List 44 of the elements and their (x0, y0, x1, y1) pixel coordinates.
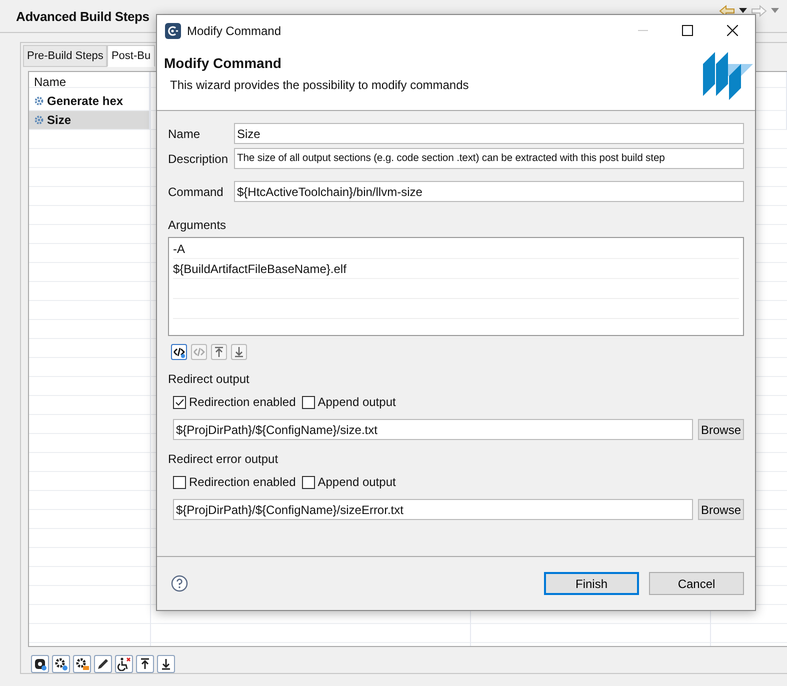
list-item[interactable]: -A (173, 239, 739, 259)
column-header[interactable]: Name (29, 72, 150, 92)
list-item[interactable]: ${BuildArtifactFileBaseName}.elf (173, 259, 739, 279)
window-title: Modify Command (187, 24, 282, 38)
field-label: Description (168, 152, 230, 166)
input-field[interactable]: The size of all output sections (e.g. code section .text) can be extracted with this post build step (234, 148, 744, 169)
input-field[interactable]: ${HtcActiveToolchain}/bin/llvm-size (234, 181, 744, 202)
input-field[interactable]: Size (234, 123, 744, 144)
help-icon[interactable] (171, 575, 188, 592)
checkbox-label[interactable]: Append output (318, 475, 396, 489)
add-argument-icon[interactable] (171, 344, 187, 360)
checkbox-label[interactable]: Redirection enabled (189, 395, 296, 409)
checkbox[interactable] (173, 396, 186, 408)
cancel-button[interactable]: Cancel (649, 572, 744, 595)
browse-button[interactable]: Browse (698, 419, 744, 440)
checkbox[interactable] (302, 476, 315, 488)
gear-icon[interactable] (73, 655, 91, 673)
pencil-icon[interactable] (94, 655, 112, 673)
checkbox-label[interactable]: Append output (318, 395, 396, 409)
close-icon[interactable] (727, 25, 738, 36)
dialog-description: This wizard provides the possibility to modify commands (169, 78, 469, 92)
input-field[interactable]: ${ProjDirPath}/${ConfigName}/size.txt (173, 419, 693, 440)
browse-button[interactable]: Browse (698, 499, 744, 520)
step-name: Size (47, 113, 72, 127)
finish-button[interactable]: Finish (544, 572, 639, 595)
field-label: Command (168, 184, 224, 198)
checkbox[interactable] (173, 476, 186, 488)
move-up-icon[interactable] (136, 655, 154, 673)
tab[interactable]: Pre-Build Steps (23, 45, 108, 67)
section-label: Redirect error output (168, 452, 280, 466)
input-field[interactable]: ${ProjDirPath}/${ConfigName}/sizeError.txt (173, 499, 693, 520)
move-down-icon[interactable] (157, 655, 175, 673)
checkbox[interactable] (302, 396, 315, 408)
maximize-icon[interactable] (682, 25, 693, 36)
section-label: Arguments (168, 218, 228, 232)
tab[interactable]: Post-Bu (107, 45, 155, 67)
step-name: Generate hex (47, 94, 124, 108)
wheelchair-icon[interactable] (115, 655, 133, 673)
gear-icon[interactable] (52, 655, 70, 673)
app-icon (165, 22, 181, 38)
page-title: Advanced Build Steps (16, 8, 150, 24)
section-label: Redirect output (168, 372, 250, 386)
dialog-heading: Modify Command (164, 55, 282, 71)
checkbox-label[interactable]: Redirection enabled (189, 475, 296, 489)
